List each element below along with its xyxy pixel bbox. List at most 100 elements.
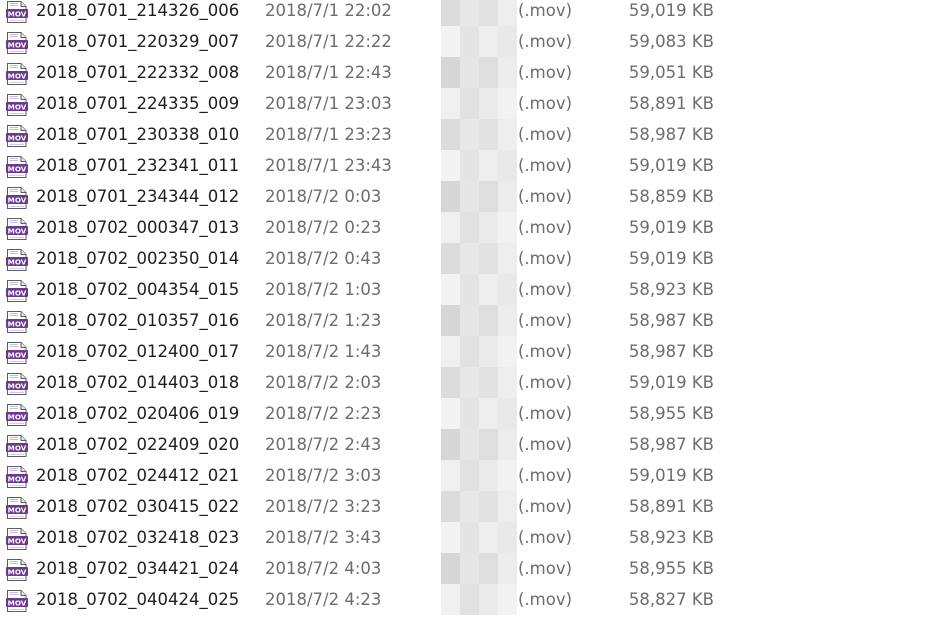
file-row[interactable]: MOV 2018_0702_010357_016 2018/7/2 1:23 (…	[0, 305, 950, 336]
file-type: (.mov)	[518, 249, 573, 268]
file-name: 2018_0701_230338_010	[36, 125, 240, 144]
file-name: 2018_0702_014403_018	[36, 373, 240, 392]
redacted-type-label	[441, 584, 517, 615]
file-date-modified: 2018/7/2 3:43	[265, 528, 382, 547]
file-type: (.mov)	[518, 280, 573, 299]
redacted-type-label	[441, 119, 517, 150]
svg-text:MOV: MOV	[8, 350, 27, 359]
file-date-modified: 2018/7/2 1:23	[265, 311, 382, 330]
file-date-modified: 2018/7/1 23:43	[265, 156, 392, 175]
file-date-modified: 2018/7/2 2:43	[265, 435, 382, 454]
redacted-type-label	[441, 491, 517, 522]
file-type: (.mov)	[518, 528, 573, 547]
mov-file-icon: MOV	[5, 589, 30, 613]
file-size: 59,083 KB	[628, 32, 714, 51]
file-name: 2018_0702_022409_020	[36, 435, 240, 454]
file-row[interactable]: MOV 2018_0701_214326_006 2018/7/1 22:02 …	[0, 0, 950, 26]
redacted-type-label	[441, 274, 517, 305]
svg-text:MOV: MOV	[8, 133, 27, 142]
file-name: 2018_0702_010357_016	[36, 311, 240, 330]
file-name: 2018_0701_232341_011	[36, 156, 240, 175]
file-row[interactable]: MOV 2018_0702_020406_019 2018/7/2 2:23 (…	[0, 398, 950, 429]
file-row[interactable]: MOV 2018_0701_232341_011 2018/7/1 23:43 …	[0, 150, 950, 181]
file-name: 2018_0702_040424_025	[36, 590, 240, 609]
svg-text:MOV: MOV	[8, 536, 27, 545]
file-date-modified: 2018/7/1 23:23	[265, 125, 392, 144]
file-row[interactable]: MOV 2018_0702_002350_014 2018/7/2 0:43 (…	[0, 243, 950, 274]
file-type: (.mov)	[518, 63, 573, 82]
mov-file-icon: MOV	[5, 62, 30, 86]
file-date-modified: 2018/7/2 4:03	[265, 559, 382, 578]
redacted-type-label	[441, 460, 517, 491]
file-name: 2018_0701_220329_007	[36, 32, 240, 51]
svg-text:MOV: MOV	[8, 412, 27, 421]
svg-text:MOV: MOV	[8, 164, 27, 173]
file-size: 59,019 KB	[628, 1, 714, 20]
svg-text:MOV: MOV	[8, 567, 27, 576]
file-row[interactable]: MOV 2018_0702_032418_023 2018/7/2 3:43 (…	[0, 522, 950, 553]
file-name: 2018_0702_032418_023	[36, 528, 240, 547]
file-row[interactable]: MOV 2018_0701_220329_007 2018/7/1 22:22 …	[0, 26, 950, 57]
file-size: 59,019 KB	[628, 156, 714, 175]
file-date-modified: 2018/7/2 2:23	[265, 404, 382, 423]
file-date-modified: 2018/7/2 0:23	[265, 218, 382, 237]
file-row[interactable]: MOV 2018_0702_022409_020 2018/7/2 2:43 (…	[0, 429, 950, 460]
redacted-type-label	[441, 522, 517, 553]
file-row[interactable]: MOV 2018_0701_234344_012 2018/7/2 0:03 (…	[0, 181, 950, 212]
file-size: 58,987 KB	[628, 311, 714, 330]
file-date-modified: 2018/7/1 23:03	[265, 94, 392, 113]
file-type: (.mov)	[518, 125, 573, 144]
svg-text:MOV: MOV	[8, 257, 27, 266]
mov-file-icon: MOV	[5, 372, 30, 396]
file-row[interactable]: MOV 2018_0702_000347_013 2018/7/2 0:23 (…	[0, 212, 950, 243]
mov-file-icon: MOV	[5, 434, 30, 458]
file-row[interactable]: MOV 2018_0702_030415_022 2018/7/2 3:23 (…	[0, 491, 950, 522]
file-name: 2018_0702_030415_022	[36, 497, 240, 516]
svg-text:MOV: MOV	[8, 9, 27, 18]
file-name: 2018_0702_024412_021	[36, 466, 240, 485]
file-name: 2018_0702_034421_024	[36, 559, 240, 578]
svg-text:MOV: MOV	[8, 226, 27, 235]
file-type: (.mov)	[518, 342, 573, 361]
file-size: 59,019 KB	[628, 249, 714, 268]
file-size: 58,891 KB	[628, 94, 714, 113]
file-row[interactable]: MOV 2018_0702_034421_024 2018/7/2 4:03 (…	[0, 553, 950, 584]
file-row[interactable]: MOV 2018_0701_222332_008 2018/7/1 22:43 …	[0, 57, 950, 88]
file-row[interactable]: MOV 2018_0701_224335_009 2018/7/1 23:03 …	[0, 88, 950, 119]
file-row[interactable]: MOV 2018_0702_024412_021 2018/7/2 3:03 (…	[0, 460, 950, 491]
svg-text:MOV: MOV	[8, 381, 27, 390]
file-size: 58,955 KB	[628, 559, 714, 578]
file-name: 2018_0701_234344_012	[36, 187, 240, 206]
file-type: (.mov)	[518, 373, 573, 392]
file-size: 58,987 KB	[628, 435, 714, 454]
redacted-type-label	[441, 367, 517, 398]
file-type: (.mov)	[518, 559, 573, 578]
redacted-type-label	[441, 243, 517, 274]
mov-file-icon: MOV	[5, 31, 30, 55]
file-type: (.mov)	[518, 497, 573, 516]
mov-file-icon: MOV	[5, 217, 30, 241]
file-size: 59,051 KB	[628, 63, 714, 82]
file-row[interactable]: MOV 2018_0702_012400_017 2018/7/2 1:43 (…	[0, 336, 950, 367]
file-size: 59,019 KB	[628, 373, 714, 392]
file-row[interactable]: MOV 2018_0702_014403_018 2018/7/2 2:03 (…	[0, 367, 950, 398]
file-name: 2018_0701_224335_009	[36, 94, 240, 113]
file-date-modified: 2018/7/2 0:43	[265, 249, 382, 268]
file-row[interactable]: MOV 2018_0702_004354_015 2018/7/2 1:03 (…	[0, 274, 950, 305]
file-type: (.mov)	[518, 156, 573, 175]
file-row[interactable]: MOV 2018_0701_230338_010 2018/7/1 23:23 …	[0, 119, 950, 150]
file-size: 58,955 KB	[628, 404, 714, 423]
file-date-modified: 2018/7/1 22:43	[265, 63, 392, 82]
mov-file-icon: MOV	[5, 155, 30, 179]
file-size: 58,987 KB	[628, 125, 714, 144]
mov-file-icon: MOV	[5, 310, 30, 334]
svg-text:MOV: MOV	[8, 443, 27, 452]
redacted-type-label	[441, 429, 517, 460]
file-type: (.mov)	[518, 1, 573, 20]
file-size: 59,019 KB	[628, 218, 714, 237]
file-type: (.mov)	[518, 404, 573, 423]
file-row[interactable]: MOV 2018_0702_040424_025 2018/7/2 4:23 (…	[0, 584, 950, 615]
file-size: 59,019 KB	[628, 466, 714, 485]
file-date-modified: 2018/7/1 22:22	[265, 32, 392, 51]
file-name: 2018_0702_020406_019	[36, 404, 240, 423]
